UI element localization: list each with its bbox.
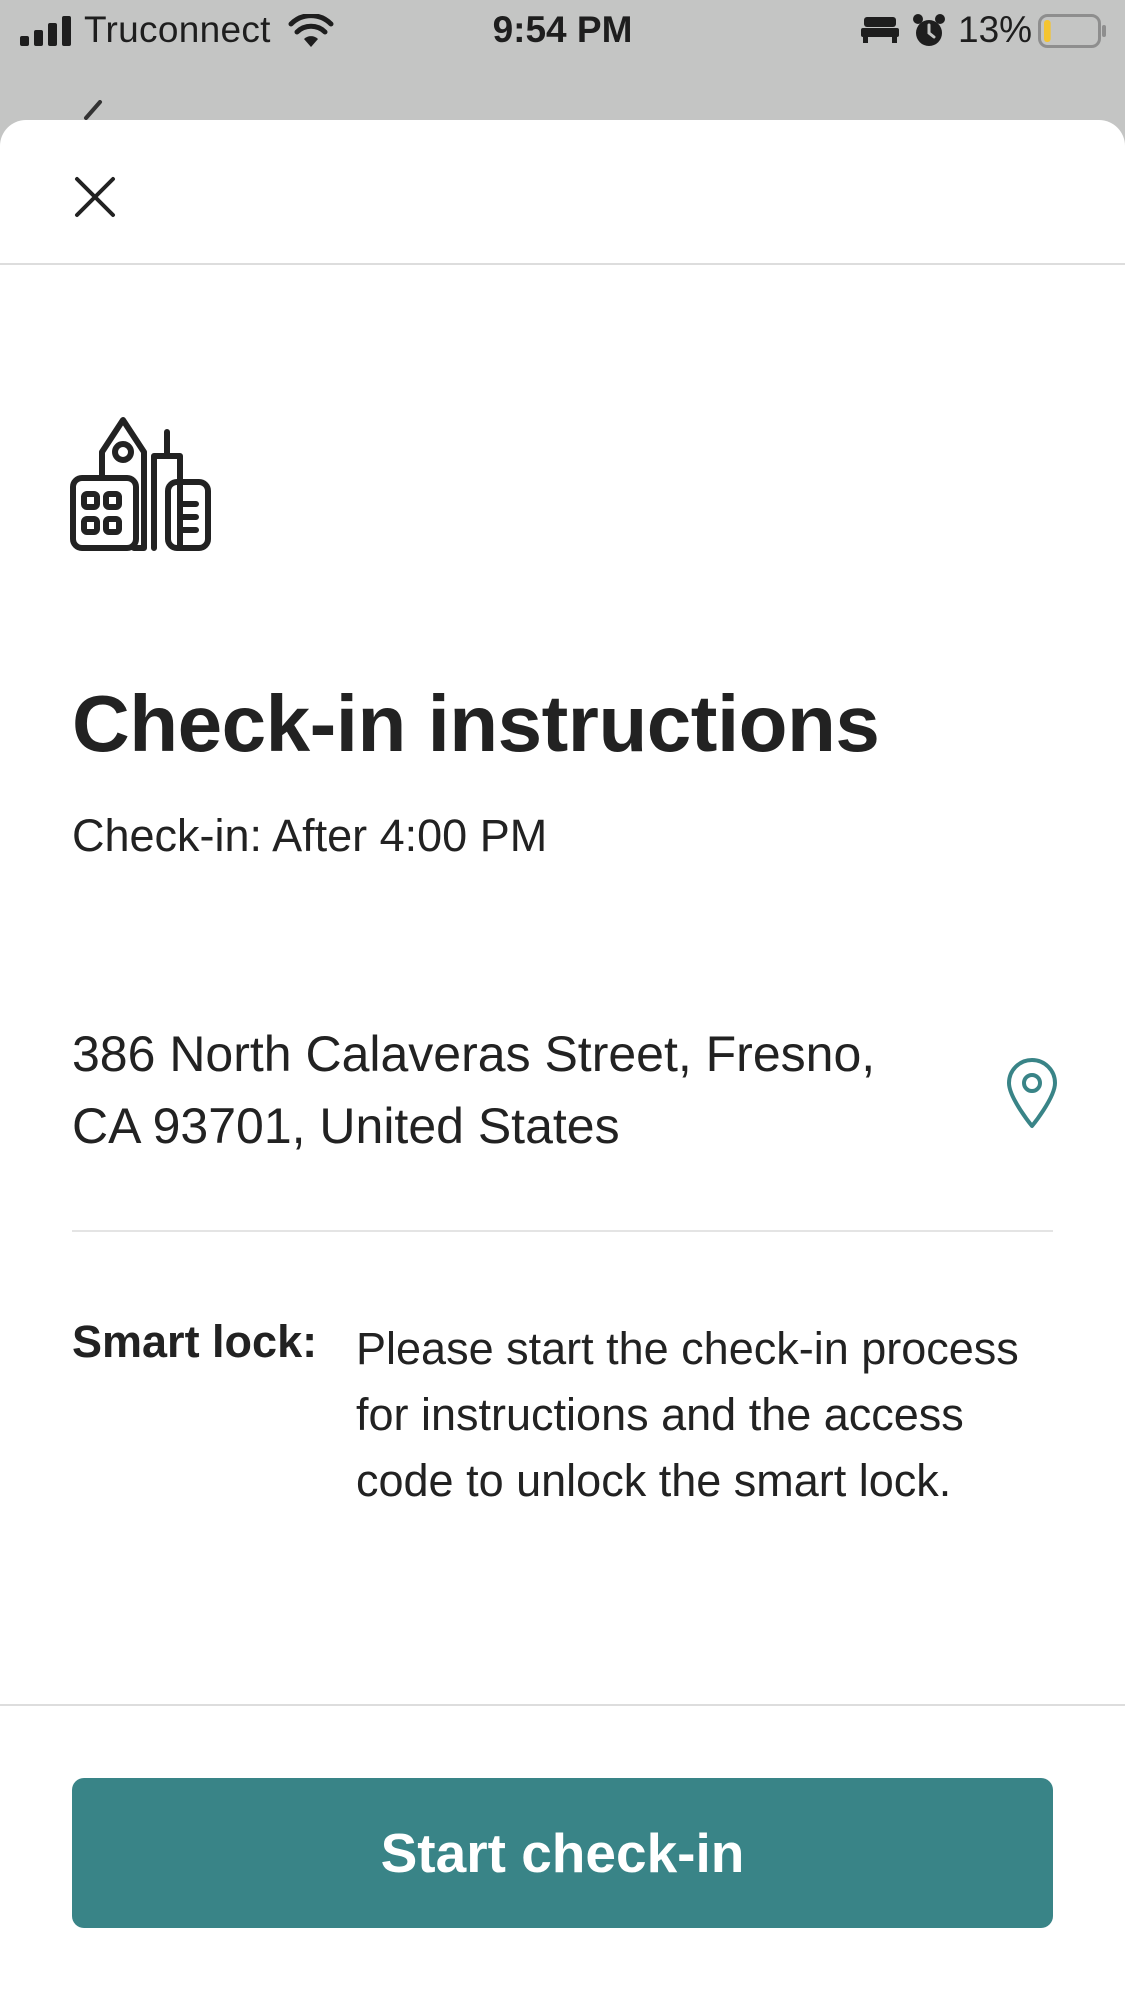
page-title: Check-in instructions: [72, 679, 880, 768]
footer-divider: [0, 1704, 1125, 1706]
address-line-1: 386 North Calaveras Street, Fresno,: [72, 1026, 876, 1082]
checkin-time: Check-in: After 4:00 PM: [72, 810, 548, 861]
alarm-icon: [913, 14, 945, 46]
close-button[interactable]: [66, 168, 124, 226]
status-time: 9:54 PM: [492, 9, 633, 50]
close-icon: [75, 177, 115, 217]
address-line-2: CA 93701, United States: [72, 1098, 620, 1154]
smart-lock-label: Smart lock:: [72, 1316, 318, 1367]
smart-lock-instructions: Please start the check-in process for in…: [356, 1323, 1019, 1506]
status-bar: Truconnect 9:54 PM 13%: [0, 0, 1125, 64]
buildings-icon: [70, 417, 211, 551]
start-checkin-button[interactable]: Start check-in: [72, 1778, 1053, 1928]
header-divider: [0, 263, 1125, 265]
back-arrow-icon: [84, 100, 102, 120]
bed-icon: [861, 17, 899, 43]
property-address[interactable]: 386 North Calaveras Street, Fresno, CA 9…: [72, 1018, 972, 1162]
map-pin-icon[interactable]: [1003, 1058, 1061, 1130]
address-divider: [72, 1230, 1053, 1232]
checkin-sheet: Check-in instructions Check-in: After 4:…: [0, 120, 1125, 2001]
battery-percent: 13%: [958, 9, 1033, 50]
battery-icon: [1038, 14, 1106, 48]
